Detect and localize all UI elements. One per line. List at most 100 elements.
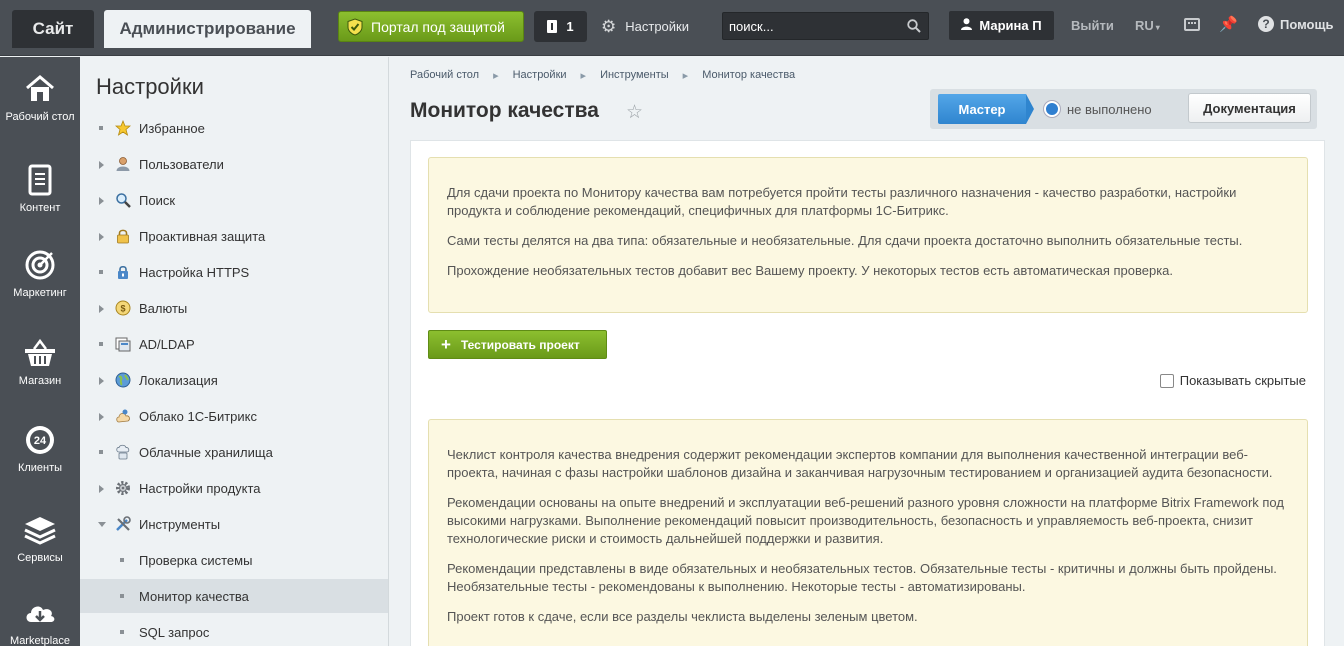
portal-protected-label: Портал под защитой xyxy=(371,18,505,35)
sidebar-subitem-sql-query[interactable]: SQL запрос xyxy=(80,615,388,646)
notice-paragraph: Рекомендации представлены в виде обязате… xyxy=(447,561,1277,594)
plus-icon: + xyxy=(441,335,451,354)
sidebar-title: Настройки xyxy=(96,74,204,99)
show-hidden-toggle[interactable]: Показывать скрытые xyxy=(1159,373,1306,388)
show-hidden-label: Показывать скрытые xyxy=(1179,373,1306,388)
nav-label: Магазин xyxy=(18,375,62,387)
breadcrumb: Рабочий стол ▸ Настройки ▸ Инструменты ▸… xyxy=(410,69,795,82)
notice-paragraph: Прохождение необязательных тестов добави… xyxy=(447,263,1174,278)
sidebar-item-label: Облачные хранилища xyxy=(139,445,273,460)
target-icon xyxy=(22,247,58,283)
bullet-marker xyxy=(120,594,124,598)
sidebar-item-localization[interactable]: Локализация xyxy=(80,363,388,397)
language-label: RU xyxy=(1135,18,1154,33)
test-project-button[interactable]: + Тестировать проект xyxy=(428,330,607,359)
nav-item-desktop[interactable]: Рабочий стол xyxy=(0,71,80,123)
search-input[interactable] xyxy=(723,13,898,39)
bullet-marker xyxy=(98,269,104,275)
sidebar-item-label: Монитор качества xyxy=(139,589,249,604)
checklist-notice: Чеклист контроля качества внедрения соде… xyxy=(428,419,1308,646)
expand-arrow-icon[interactable] xyxy=(98,197,104,205)
nav-item-marketplace[interactable]: Marketplace xyxy=(0,595,80,646)
user-icon xyxy=(961,18,973,33)
expand-arrow-icon[interactable] xyxy=(98,305,104,313)
documentation-button[interactable]: Документация xyxy=(1188,93,1311,123)
sidebar-item-bitrix-cloud[interactable]: Облако 1С-Битрикс xyxy=(80,399,388,433)
keyboard-icon[interactable] xyxy=(1184,18,1200,31)
settings-link[interactable]: ⚙ Настройки xyxy=(601,11,689,42)
sidebar-item-ldap[interactable]: AD/LDAP xyxy=(80,327,388,361)
help-link[interactable]: ? Помощь xyxy=(1258,16,1333,32)
nav-label: Сервисы xyxy=(17,552,63,564)
notice-paragraph: Сами тесты делятся на два типа: обязател… xyxy=(447,233,1243,248)
master-button[interactable]: Мастер xyxy=(938,94,1034,124)
favorite-star-icon[interactable]: ☆ xyxy=(626,101,643,124)
sidebar-item-https[interactable]: Настройка HTTPS xyxy=(80,255,388,289)
sidebar-item-label: Настройка HTTPS xyxy=(139,265,250,280)
sidebar-item-search[interactable]: Поиск xyxy=(80,183,388,217)
magnifier-icon xyxy=(115,192,131,208)
breadcrumb-settings[interactable]: Настройки xyxy=(513,69,567,82)
sidebar-item-cloud-storage[interactable]: Облачные хранилища xyxy=(80,435,388,469)
info-notice: Для сдачи проекта по Монитору качества в… xyxy=(428,157,1308,313)
sidebar-item-proactive[interactable]: Проактивная защита xyxy=(80,219,388,253)
notifications-button[interactable]: 1 xyxy=(534,11,587,42)
nav-item-marketing[interactable]: Маркетинг xyxy=(0,247,80,299)
breadcrumb-desktop[interactable]: Рабочий стол xyxy=(410,69,479,82)
expand-arrow-icon[interactable] xyxy=(98,485,104,493)
gear-icon: ⚙ xyxy=(601,16,617,36)
lock-icon xyxy=(115,228,131,244)
sidebar-item-tools[interactable]: Инструменты xyxy=(80,507,388,541)
breadcrumb-quality-monitor[interactable]: Монитор качества xyxy=(702,69,795,82)
test-project-label: Тестировать проект xyxy=(460,337,580,352)
sidebar-subitem-quality-monitor[interactable]: Монитор качества xyxy=(80,579,388,613)
language-selector[interactable]: RU ▾ xyxy=(1135,18,1160,33)
sidebar-item-product-settings[interactable]: Настройки продукта xyxy=(80,471,388,505)
expand-arrow-icon[interactable] xyxy=(98,233,104,241)
expand-arrow-icon[interactable] xyxy=(98,161,104,169)
expand-arrow-icon[interactable] xyxy=(98,413,104,421)
breadcrumb-separator-icon: ▸ xyxy=(580,70,587,82)
sidebar-item-label: Валюты xyxy=(139,301,188,316)
search-icon[interactable] xyxy=(907,19,921,33)
nav-item-content[interactable]: Контент xyxy=(0,162,80,214)
chevron-down-icon: ▾ xyxy=(1155,23,1160,32)
notifications-count: 1 xyxy=(566,19,574,34)
notice-paragraph: Проект готов к сдаче, если все разделы ч… xyxy=(447,609,918,624)
logout-link[interactable]: Выйти xyxy=(1071,18,1114,33)
left-navigation: Рабочий стол Контент Маркетинг Магазин 2… xyxy=(0,57,80,646)
sidebar-item-label: Проверка системы xyxy=(139,553,253,568)
sidebar-subitem-system-check[interactable]: Проверка системы xyxy=(80,543,388,577)
sidebar-item-label: Пользователи xyxy=(139,157,224,172)
pin-icon[interactable]: 📌 xyxy=(1219,15,1238,33)
globe-icon xyxy=(115,372,131,388)
breadcrumb-separator-icon: ▸ xyxy=(682,70,689,82)
nav-item-clients[interactable]: 24 Клиенты xyxy=(0,422,80,474)
user-button[interactable]: Марина П xyxy=(949,11,1054,40)
nav-item-services[interactable]: Сервисы xyxy=(0,512,80,564)
sidebar-item-label: Поиск xyxy=(139,193,176,208)
svg-text:$: $ xyxy=(120,304,125,314)
document-icon xyxy=(22,162,58,198)
show-hidden-checkbox[interactable] xyxy=(1159,373,1174,388)
collapse-arrow-icon[interactable] xyxy=(98,521,106,527)
expand-arrow-icon[interactable] xyxy=(98,377,104,385)
portal-protected-button[interactable]: Портал под защитой xyxy=(338,11,524,42)
breadcrumb-tools[interactable]: Инструменты xyxy=(600,69,669,82)
currency-icon: $ xyxy=(115,300,131,316)
top-bar: Сайт Администрирование Портал под защито… xyxy=(0,0,1344,56)
gear-icon xyxy=(115,480,131,496)
sidebar-item-label: Избранное xyxy=(139,121,205,136)
sidebar-item-favorites[interactable]: Избранное xyxy=(80,111,388,145)
notice-paragraph: Чеклист контроля качества внедрения соде… xyxy=(447,447,1273,480)
tab-site[interactable]: Сайт xyxy=(12,10,94,48)
sidebar-item-label: Инструменты xyxy=(139,517,221,532)
ldap-icon xyxy=(115,336,131,352)
notice-paragraph: Для сдачи проекта по Монитору качества в… xyxy=(447,185,1237,218)
sidebar-item-users[interactable]: Пользователи xyxy=(80,147,388,181)
nav-item-shop[interactable]: Магазин xyxy=(0,335,80,387)
nav-label: Клиенты xyxy=(17,462,63,474)
sidebar-item-currencies[interactable]: $ Валюты xyxy=(80,291,388,325)
main-area: Рабочий стол ▸ Настройки ▸ Инструменты ▸… xyxy=(390,57,1344,646)
tab-administration[interactable]: Администрирование xyxy=(104,10,311,48)
